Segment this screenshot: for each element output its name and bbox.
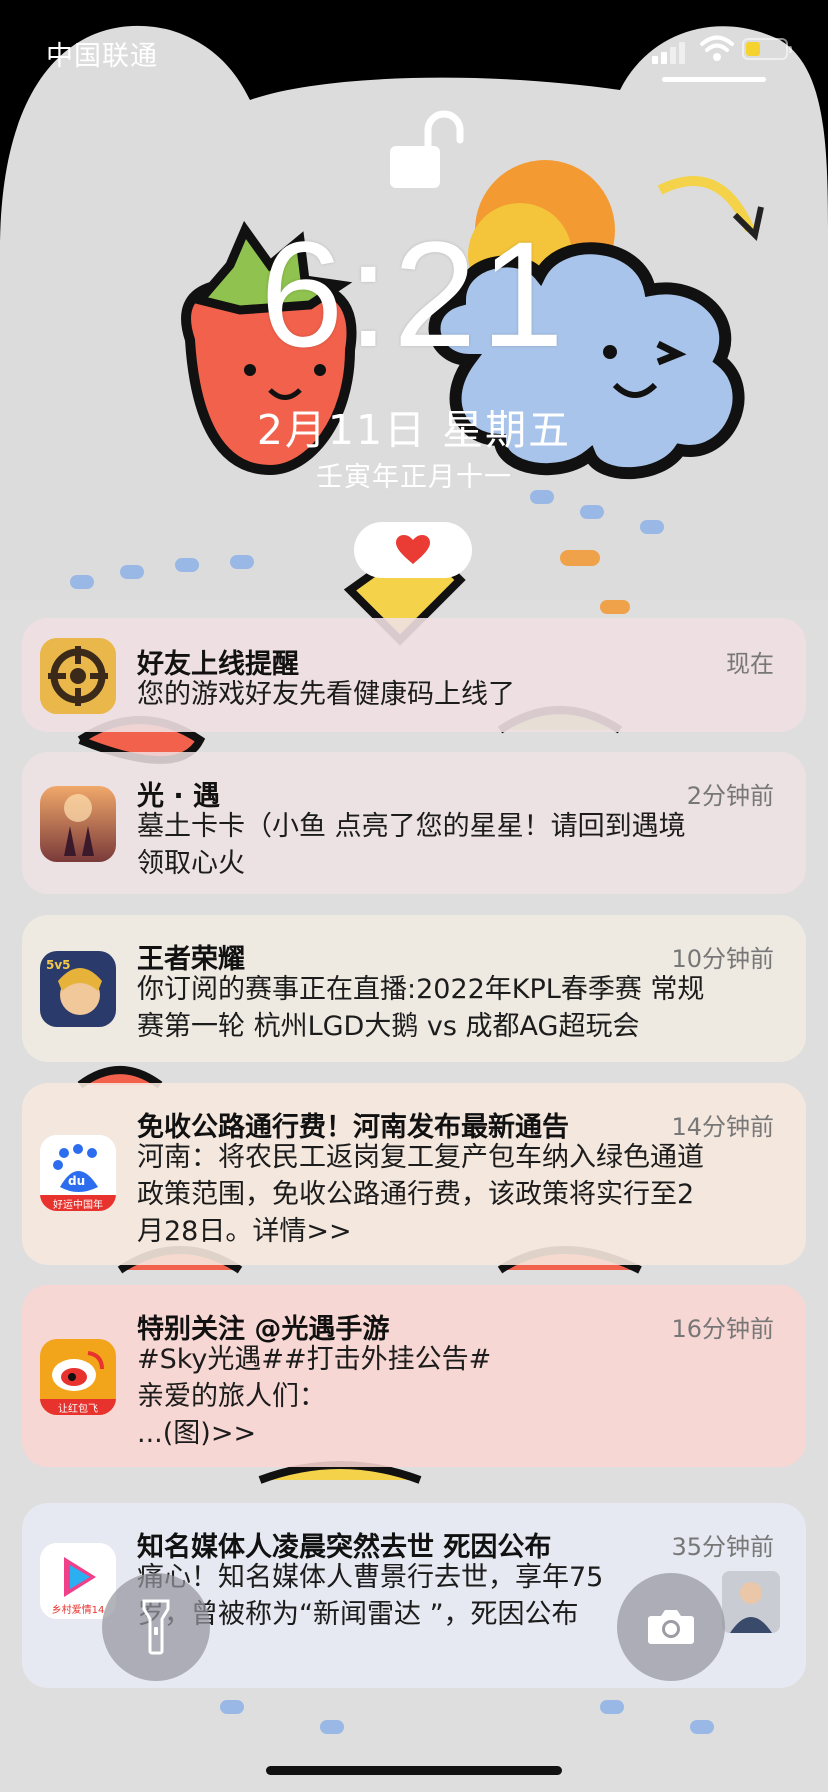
notification-time: 35分钟前 [671, 1533, 774, 1561]
weibo-icon: 让红包飞 [40, 1339, 116, 1415]
status-bar: 中国联通 [0, 0, 828, 100]
notification-body: 墓土卡卡（小鱼 点亮了您的星星！请回到遇境 领取心火 [137, 811, 686, 879]
notification-body: 你订阅的赛事正在直播:2022年KPL春季赛 常规 赛第一轮 杭州LGD大鹅 v… [137, 974, 705, 1042]
notification-card[interactable]: 5v5 王者荣耀 10分钟前 你订阅的赛事正在直播:2022年KPL春季赛 常规… [22, 915, 806, 1062]
game-peace-elite-icon [40, 638, 116, 714]
notification-card[interactable]: du 好运中国年 免收公路通行费！河南发布最新通告 14分钟前 河南：将农民工返… [22, 1083, 806, 1265]
cellular-signal-icon [652, 40, 688, 64]
flashlight-icon [142, 1599, 170, 1655]
control-center-indicator[interactable] [662, 77, 766, 82]
svg-text:du: du [68, 1174, 85, 1188]
heart-widget[interactable] [354, 522, 472, 578]
home-indicator[interactable] [266, 1766, 562, 1775]
notification-body: 您的游戏好友先看健康码上线了 [137, 679, 515, 710]
notification-thumbnail [722, 1571, 780, 1633]
carrier-label: 中国联通 [46, 41, 158, 72]
battery-level-fill [746, 42, 760, 56]
baidu-icon: du 好运中国年 [40, 1135, 116, 1211]
notification-time: 14分钟前 [671, 1113, 774, 1141]
notification-card[interactable]: 让红包飞 特别关注 @光遇手游 16分钟前 #Sky光遇##打击外挂公告# 亲爱… [22, 1285, 806, 1467]
notification-card[interactable]: 好友上线提醒 现在 您的游戏好友先看健康码上线了 [22, 618, 806, 732]
sky-game-icon [40, 786, 116, 862]
heart-icon [396, 535, 430, 564]
notification-time: 现在 [726, 650, 774, 678]
notification-card[interactable]: 光 · 遇 2分钟前 墓土卡卡（小鱼 点亮了您的星星！请回到遇境 领取心火 [22, 752, 806, 894]
lock-screen-date: 2月11日 星期五 [256, 406, 572, 454]
app-icon-caption: 让红包飞 [58, 1404, 98, 1415]
notification-time: 16分钟前 [671, 1315, 774, 1343]
notification-body: 痛心！知名媒体人曹景行去世，享年75 岁，曾被称为“新闻雷达 ”，死因公布 [137, 1562, 604, 1630]
camera-icon [648, 1610, 694, 1644]
flashlight-button[interactable] [102, 1573, 210, 1681]
lock-screen-time: 6:21 [260, 210, 568, 378]
unlocked-padlock-icon [388, 106, 464, 190]
app-icon-caption: 好运中国年 [53, 1200, 103, 1211]
battery-icon [742, 38, 792, 60]
notification-time: 10分钟前 [671, 945, 774, 973]
camera-button[interactable] [617, 1573, 725, 1681]
notification-time: 2分钟前 [686, 782, 774, 810]
honor-of-kings-icon: 5v5 [40, 951, 116, 1027]
notification-body: 河南：将农民工返岗复工复产包车纳入绿色通道 政策范围，免收公路通行费，该政策将实… [137, 1142, 704, 1247]
notification-body: #Sky光遇##打击外挂公告# 亲爱的旅人们： ...(图)>> [137, 1344, 492, 1449]
wifi-icon [700, 34, 734, 62]
lunar-date: 壬寅年正月十一 [316, 462, 512, 493]
svg-text:5v5: 5v5 [46, 958, 71, 972]
